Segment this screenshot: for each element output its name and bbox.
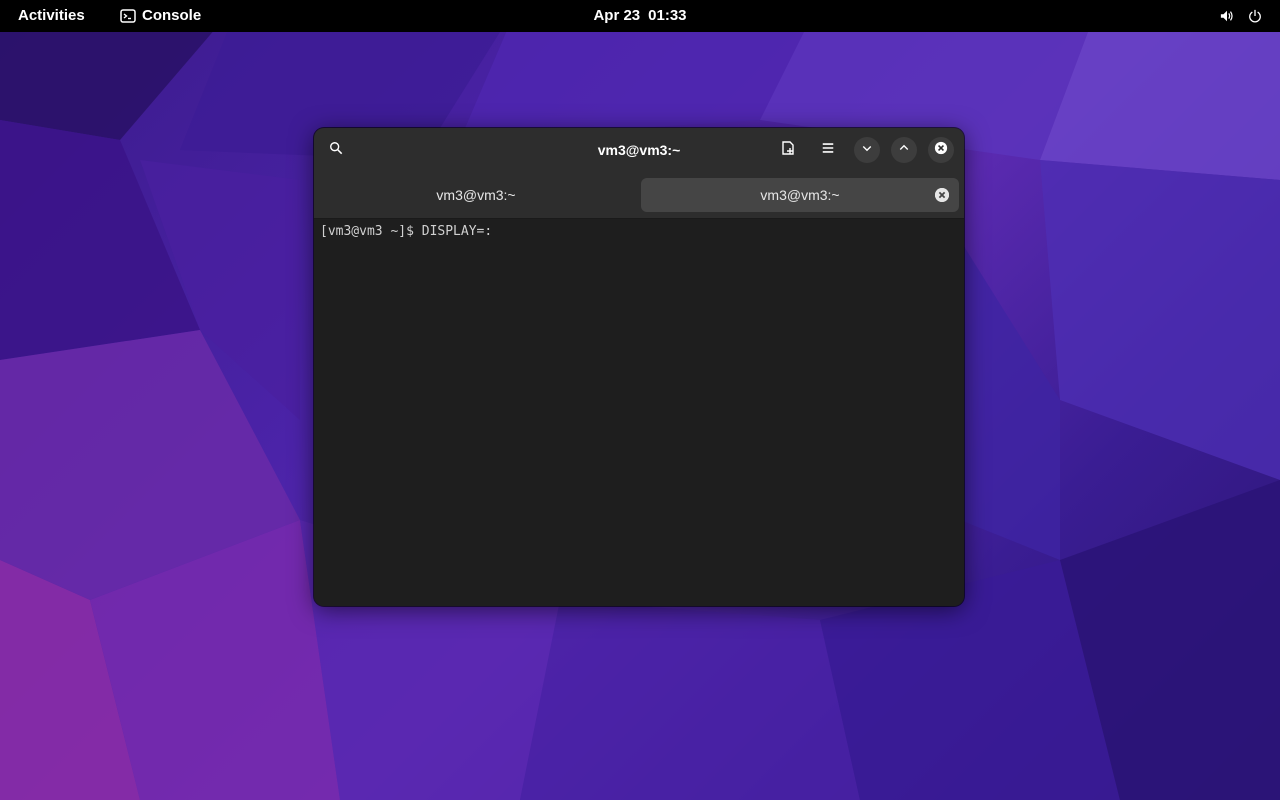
desktop: Activities Console Apr 23 01:33 vm3@vm3:… — [0, 0, 1280, 800]
console-window: vm3@vm3:~ vm3@vm3:~ vm3@vm3:~ [vm3@vm3 ~… — [314, 128, 964, 606]
maximize-button[interactable] — [891, 137, 917, 163]
clock[interactable]: Apr 23 01:33 — [540, 3, 740, 29]
main-menu-button[interactable] — [814, 136, 842, 164]
tab-label: vm3@vm3:~ — [436, 187, 516, 203]
chevron-up-icon — [898, 141, 910, 159]
volume-icon[interactable] — [1219, 8, 1235, 24]
tab-label: vm3@vm3:~ — [760, 187, 840, 203]
hamburger-menu-icon — [821, 141, 835, 160]
search-button[interactable] — [322, 136, 350, 164]
close-window-button[interactable] — [928, 137, 954, 163]
terminal-command: DISPLAY=: — [421, 224, 493, 239]
window-title: vm3@vm3:~ — [597, 142, 681, 158]
top-bar: Activities Console Apr 23 01:33 — [0, 0, 1280, 32]
close-icon — [934, 141, 948, 160]
terminal-area[interactable]: [vm3@vm3 ~]$ DISPLAY=: — [314, 219, 964, 606]
tab-1[interactable]: vm3@vm3:~ — [320, 178, 632, 212]
power-icon[interactable] — [1247, 8, 1263, 24]
close-tab-icon[interactable] — [935, 188, 949, 202]
tab-bar: vm3@vm3:~ vm3@vm3:~ — [314, 172, 964, 219]
clock-date: Apr 23 — [593, 7, 641, 24]
header-bar[interactable]: vm3@vm3:~ — [314, 128, 964, 172]
new-tab-icon — [780, 140, 796, 161]
chevron-down-icon — [861, 141, 873, 159]
terminal-prompt: [vm3@vm3 ~]$ — [320, 224, 422, 239]
app-menu-button[interactable]: Console — [112, 3, 209, 29]
search-icon — [329, 141, 343, 160]
tab-2-active[interactable]: vm3@vm3:~ — [641, 178, 959, 212]
app-name: Console — [142, 7, 202, 24]
minimize-button[interactable] — [854, 137, 880, 163]
activities-button[interactable]: Activities — [8, 3, 95, 29]
terminal-line: [vm3@vm3 ~]$ DISPLAY=: — [320, 223, 492, 241]
new-tab-button[interactable] — [774, 136, 802, 164]
terminal-icon — [120, 8, 136, 24]
clock-time: 01:33 — [648, 7, 687, 24]
